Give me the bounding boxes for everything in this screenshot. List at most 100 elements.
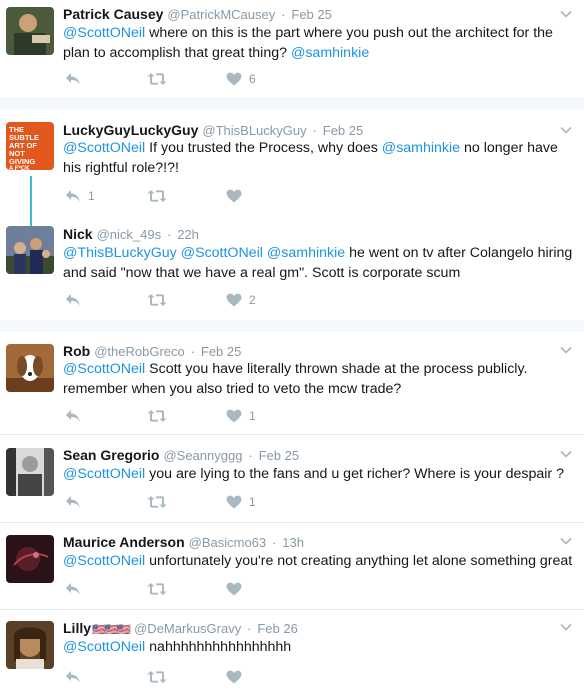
mention-link[interactable]: @samhinkie [267, 245, 345, 261]
separator: · [281, 7, 286, 22]
reply-button[interactable] [65, 493, 88, 511]
mention-link[interactable]: @ScottONeil [63, 466, 145, 482]
chevron-down-icon[interactable] [560, 124, 572, 136]
like-icon [226, 495, 242, 509]
tweet-actions: 1 [63, 407, 463, 425]
tweet[interactable]: Lilly🇺🇸🇺🇸🇺🇸 @DeMarkusGravy · Feb 26 @Scot… [0, 610, 584, 690]
timestamp[interactable]: Feb 25 [291, 7, 331, 22]
mention-link[interactable]: @ScottONeil [63, 140, 145, 156]
tweet-actions: 1 [63, 187, 463, 205]
reply-button[interactable] [65, 668, 88, 686]
user-handle[interactable]: @theRobGreco [94, 344, 185, 359]
reply-icon [66, 671, 80, 683]
retweet-button[interactable] [147, 70, 167, 88]
timestamp[interactable]: 13h [282, 535, 304, 550]
tweet-actions: 2 [63, 291, 463, 309]
avatar[interactable] [6, 344, 54, 392]
retweet-icon [147, 73, 167, 85]
tweet[interactable]: Nick @nick_49s · 22h @ThisBLuckyGuy @Scot… [0, 222, 584, 320]
tweet[interactable]: Maurice Anderson @Basicmo63 · 13h @ScottO… [0, 523, 584, 609]
display-name[interactable]: Rob [63, 343, 90, 359]
tweet-actions [63, 668, 463, 686]
timestamp[interactable]: Feb 25 [201, 344, 241, 359]
mention-link[interactable]: @ScottONeil [63, 553, 145, 569]
retweet-button[interactable] [147, 493, 167, 511]
reply-icon [66, 73, 80, 85]
timestamp[interactable]: Feb 25 [259, 448, 299, 463]
reply-button[interactable] [65, 407, 88, 425]
reply-button[interactable] [65, 580, 88, 598]
tweet[interactable]: Patrick Causey @PatrickMCausey · Feb 25 @… [0, 0, 584, 97]
svg-text:A F*CK: A F*CK [9, 166, 30, 170]
reply-button[interactable] [65, 70, 88, 88]
display-name[interactable]: Lilly [63, 620, 91, 636]
tweet[interactable]: Sean Gregorio @Seannyggg · Feb 25 @ScottO… [0, 435, 584, 522]
display-name[interactable]: Patrick Causey [63, 6, 163, 22]
like-button[interactable] [226, 580, 249, 598]
mention-link[interactable]: @samhinkie [382, 140, 460, 156]
like-icon [226, 72, 242, 86]
mention-link[interactable]: @ScottONeil [63, 25, 145, 41]
like-button[interactable]: 2 [226, 291, 256, 309]
reply-icon [66, 496, 80, 508]
avatar[interactable] [6, 535, 54, 583]
avatar[interactable]: THE SUBTLE ART OF NOT GIVING A F*CK [6, 122, 54, 170]
reply-count: 1 [88, 189, 95, 203]
display-name[interactable]: LuckyGuyLuckyGuy [63, 122, 198, 138]
chevron-down-icon[interactable] [560, 448, 572, 460]
chevron-down-icon[interactable] [560, 8, 572, 20]
mention-link[interactable]: @ScottONeil [63, 361, 145, 377]
mention-link[interactable]: @ScottONeil [63, 639, 145, 655]
avatar[interactable] [6, 226, 54, 274]
mention-link[interactable]: @ScottONeil [181, 245, 263, 261]
display-name[interactable]: Sean Gregorio [63, 447, 159, 463]
user-handle[interactable]: @PatrickMCausey [167, 7, 275, 22]
retweet-button[interactable] [147, 407, 167, 425]
separator: · [247, 621, 252, 636]
tweet-text: @ScottONeil Scott you have literally thr… [63, 359, 578, 399]
separator: · [272, 535, 277, 550]
timestamp[interactable]: Feb 26 [257, 621, 297, 636]
tweet-header: Nick @nick_49s · 22h [63, 225, 199, 244]
retweet-button[interactable] [147, 580, 167, 598]
tweet-text-segment: you are lying to the fans and u get rich… [145, 466, 564, 482]
like-icon [226, 409, 242, 423]
tweet-actions: 1 [63, 493, 463, 511]
like-button[interactable]: 6 [226, 70, 256, 88]
retweet-icon [147, 671, 167, 683]
user-handle[interactable]: @Seannyggg [163, 448, 242, 463]
avatar[interactable] [6, 621, 54, 669]
timestamp[interactable]: 22h [177, 227, 199, 242]
reply-button[interactable]: 1 [65, 187, 95, 205]
chevron-down-icon[interactable] [560, 621, 572, 633]
tweet[interactable]: Rob @theRobGreco · Feb 25 @ScottONeil Sco… [0, 332, 584, 434]
like-button[interactable] [226, 187, 249, 205]
reply-button[interactable] [65, 291, 88, 309]
display-name[interactable]: Maurice Anderson [63, 534, 185, 550]
user-handle[interactable]: @DeMarkusGravy [134, 621, 241, 636]
retweet-icon [147, 190, 167, 202]
chevron-down-icon[interactable] [560, 535, 572, 547]
chevron-down-icon[interactable] [560, 344, 572, 356]
user-handle[interactable]: @ThisBLuckyGuy [202, 123, 306, 138]
retweet-button[interactable] [147, 187, 167, 205]
tweet[interactable]: THE SUBTLE ART OF NOT GIVING A F*CK Luck… [0, 109, 584, 209]
timestamp[interactable]: Feb 25 [323, 123, 363, 138]
display-name[interactable]: Nick [63, 226, 93, 242]
retweet-button[interactable] [147, 668, 167, 686]
like-button[interactable] [226, 668, 249, 686]
tweet-text: @ScottONeil you are lying to the fans an… [63, 464, 578, 484]
like-button[interactable]: 1 [226, 407, 256, 425]
avatar[interactable] [6, 448, 54, 496]
like-count: 6 [249, 72, 256, 86]
user-handle[interactable]: @Basicmo63 [189, 535, 267, 550]
retweet-button[interactable] [147, 291, 167, 309]
like-icon [226, 189, 242, 203]
mention-link[interactable]: @samhinkie [291, 45, 369, 61]
user-handle[interactable]: @nick_49s [97, 227, 162, 242]
mention-link[interactable]: @ThisBLuckyGuy [63, 245, 177, 261]
avatar[interactable] [6, 7, 54, 55]
like-button[interactable]: 1 [226, 493, 256, 511]
separator: · [190, 344, 195, 359]
svg-text:GIVING: GIVING [9, 157, 35, 166]
